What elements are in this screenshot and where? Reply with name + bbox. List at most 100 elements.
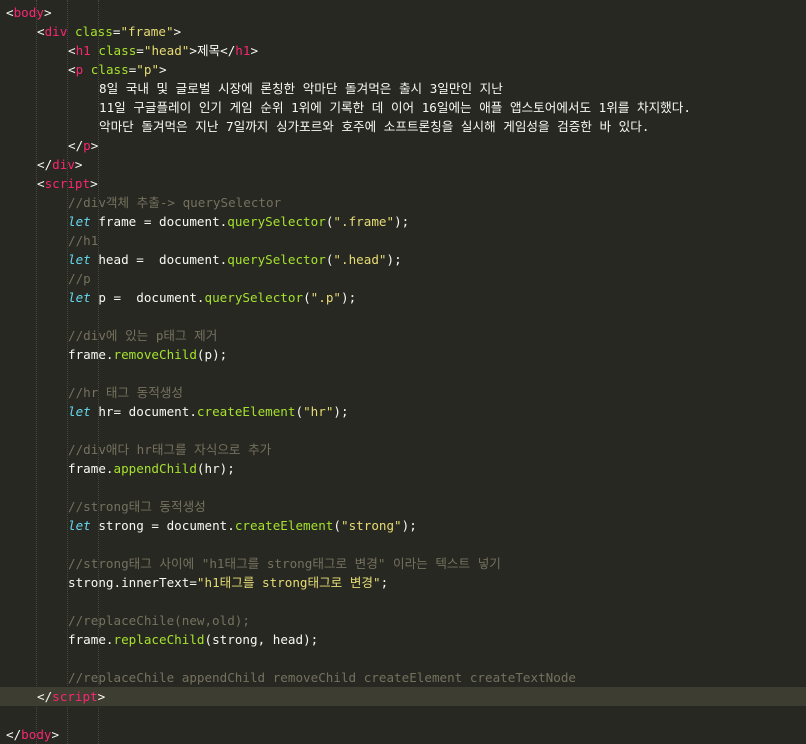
code-token: body [13, 5, 44, 20]
code-line[interactable]: let frame = document.querySelector(".fra… [0, 212, 806, 231]
code-token: < [37, 176, 45, 191]
code-token: createElement [196, 404, 296, 419]
code-token: //strong태그 동적생성 [68, 499, 206, 514]
code-token: querySelector [204, 290, 304, 305]
code-line[interactable]: </body> [0, 725, 806, 744]
code-token: hr= document. [90, 404, 197, 419]
code-token: </ [37, 157, 53, 172]
code-token: let [68, 214, 91, 229]
code-token: = [136, 43, 144, 58]
code-line[interactable]: <script> [0, 174, 806, 193]
code-token: body [21, 727, 52, 742]
code-token: > [74, 157, 83, 172]
code-token: //h1 [68, 233, 99, 248]
code-line[interactable] [0, 364, 806, 383]
code-line[interactable]: 8일 국내 및 글로벌 시장에 론칭한 악마단 돌겨먹은 출시 3일만인 지난 [0, 79, 806, 98]
code-line[interactable]: <p class="p"> [0, 60, 806, 79]
code-token: let [68, 290, 91, 305]
code-line[interactable] [0, 421, 806, 440]
code-token: frame. [68, 347, 114, 362]
code-token: (p); [196, 347, 228, 362]
code-token: class [98, 43, 137, 58]
code-line[interactable]: //div애다 hr태그를 자식으로 추가 [0, 440, 806, 459]
code-line[interactable] [0, 535, 806, 554]
code-line[interactable] [0, 592, 806, 611]
code-token: p [83, 138, 91, 153]
code-token: "hr" [303, 404, 334, 419]
code-token: (hr); [196, 461, 235, 476]
current-code-line[interactable]: </script> [0, 687, 806, 706]
code-line[interactable]: frame.appendChild(hr); [0, 459, 806, 478]
code-line[interactable]: 11일 구글플레이 인기 게임 순위 1위에 기록한 데 이어 16일에는 애플… [0, 98, 806, 117]
code-token: </ [68, 138, 84, 153]
code-token: strong.innerText= [68, 575, 197, 590]
code-token: > [90, 176, 98, 191]
code-line[interactable] [0, 649, 806, 668]
code-token: < [6, 5, 14, 20]
code-token: let [68, 252, 91, 267]
code-line[interactable]: //replaceChile(new,old); [0, 611, 806, 630]
code-token: "head" [143, 43, 190, 58]
code-line[interactable]: //div에 있는 p태그 제거 [0, 326, 806, 345]
code-editor[interactable]: <body> <div class="frame"> <h1 class="head… [0, 0, 806, 744]
code-line[interactable]: let head = document.querySelector(".head… [0, 250, 806, 269]
code-token: ); [394, 214, 410, 229]
code-token: ); [341, 290, 357, 305]
code-token: ( [333, 518, 341, 533]
code-token: createElement [234, 518, 334, 533]
code-token: //div객체 추출-> querySelector [68, 195, 282, 210]
code-token: >제목</ [189, 43, 236, 58]
code-line[interactable]: frame.removeChild(p); [0, 345, 806, 364]
code-token: replaceChild [113, 632, 205, 647]
code-line[interactable] [0, 307, 806, 326]
code-line[interactable]: </div> [0, 155, 806, 174]
code-line[interactable]: <h1 class="head">제목</h1> [0, 41, 806, 60]
code-token: ( [303, 290, 311, 305]
code-token: "p" [136, 62, 160, 77]
code-line[interactable]: //p [0, 269, 806, 288]
code-line[interactable] [0, 478, 806, 497]
code-line[interactable]: <body> [0, 3, 806, 22]
code-token: > [159, 62, 167, 77]
code-line[interactable]: <div class="frame"> [0, 22, 806, 41]
code-line[interactable]: </p> [0, 136, 806, 155]
code-line[interactable]: //hr 태그 동적생성 [0, 383, 806, 402]
code-line[interactable]: 악마단 돌겨먹은 지난 7일까지 싱가포르와 호주에 소프트론칭을 실시해 게임… [0, 117, 806, 136]
code-line[interactable] [0, 706, 806, 725]
code-line[interactable]: let hr= document.createElement("hr"); [0, 402, 806, 421]
code-line[interactable]: //replaceChile appendChild removeChild c… [0, 668, 806, 687]
code-token: h1 [75, 43, 91, 58]
code-token: 악마단 돌겨먹은 지난 7일까지 싱가포르와 호주에 소프트론칭을 실시해 게임… [99, 119, 650, 134]
code-token: let [68, 404, 91, 419]
code-line[interactable]: //div객체 추출-> querySelector [0, 193, 806, 212]
code-token: > [97, 689, 106, 704]
code-token: //p [68, 271, 91, 286]
code-token: //hr 태그 동적생성 [68, 385, 184, 400]
code-token: ".head" [333, 252, 387, 267]
code-token: strong = document. [90, 518, 235, 533]
code-token: "frame" [120, 24, 174, 39]
code-token: removeChild [113, 347, 197, 362]
code-line[interactable]: //h1 [0, 231, 806, 250]
code-token: head = document. [90, 252, 228, 267]
code-line[interactable]: strong.innerText="h1태그를 strong태그로 변경"; [0, 573, 806, 592]
code-line[interactable]: let p = document.querySelector(".p"); [0, 288, 806, 307]
code-token: script [52, 689, 98, 704]
code-token: frame. [68, 461, 114, 476]
code-line[interactable]: //strong태그 동적생성 [0, 497, 806, 516]
code-token: "strong" [340, 518, 402, 533]
code-token: h1 [235, 43, 251, 58]
code-token: </ [6, 727, 22, 742]
code-token: div [52, 157, 75, 172]
code-token: (strong, head); [204, 632, 319, 647]
code-line[interactable]: frame.replaceChild(strong, head); [0, 630, 806, 649]
code-token: > [250, 43, 259, 58]
code-token: //div애다 hr태그를 자식으로 추가 [68, 442, 272, 457]
code-line[interactable]: //strong태그 사이에 "h1태그를 strong태그로 변경" 이라는 … [0, 554, 806, 573]
code-token: frame = document. [90, 214, 228, 229]
code-token: > [51, 727, 60, 742]
code-line[interactable]: let strong = document.createElement("str… [0, 516, 806, 535]
code-token: //replaceChile appendChild removeChild c… [68, 670, 576, 685]
code-token: frame. [68, 632, 114, 647]
